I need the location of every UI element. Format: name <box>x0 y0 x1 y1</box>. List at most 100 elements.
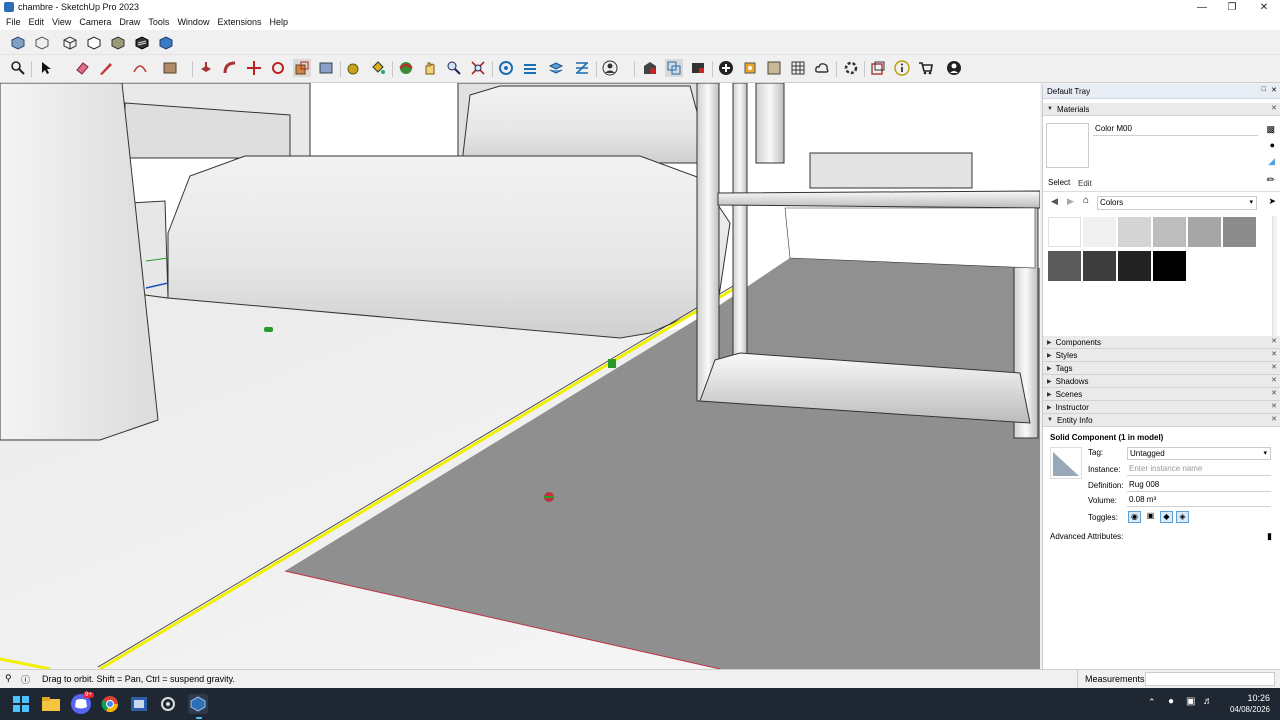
color-swatch[interactable] <box>1048 217 1081 247</box>
home-icon[interactable]: ⌂ <box>1083 195 1089 206</box>
warehouse-icon[interactable] <box>641 59 659 77</box>
color-swatch[interactable] <box>1083 217 1116 247</box>
select-arrow-icon[interactable] <box>37 59 55 77</box>
menu-edit[interactable]: Edit <box>25 17 49 27</box>
paint-bucket-icon[interactable] <box>369 59 387 77</box>
panel-close-icon[interactable]: ✕ <box>1271 402 1277 410</box>
definition-input[interactable]: Rug 008 <box>1127 479 1271 492</box>
color-swatch[interactable] <box>1188 217 1221 247</box>
section-fill-icon[interactable] <box>521 59 539 77</box>
color-swatch[interactable] <box>1153 217 1186 247</box>
geolocation-status-icon[interactable]: ⚲ <box>5 673 12 684</box>
panel-instructor[interactable]: ▶ Instructor ✕ <box>1043 401 1280 414</box>
volume-icon[interactable]: ♬ <box>1203 696 1213 707</box>
section-cuts-icon[interactable] <box>573 59 591 77</box>
shaded-textures-icon[interactable] <box>133 34 151 52</box>
materials-panel-header[interactable]: ▼ Materials ✕ <box>1043 103 1280 116</box>
file-explorer-icon[interactable] <box>41 694 61 714</box>
menu-window[interactable]: Window <box>173 17 213 27</box>
zoom-extents-icon[interactable] <box>469 59 487 77</box>
color-swatch[interactable] <box>1223 217 1256 247</box>
extension-warehouse-icon[interactable] <box>689 59 707 77</box>
zoom-tool-icon[interactable] <box>445 59 463 77</box>
rectangle-icon[interactable] <box>161 59 179 77</box>
pencil-line-icon[interactable] <box>97 59 115 77</box>
panel-close-icon[interactable]: ✕ <box>1271 104 1277 112</box>
orbit-icon[interactable] <box>397 59 415 77</box>
zoom-icon[interactable] <box>9 59 27 77</box>
photo-texture-icon[interactable] <box>765 59 783 77</box>
tray-pin-icon[interactable]: □ <box>1262 86 1266 93</box>
panel-styles[interactable]: ▶ Styles ✕ <box>1043 349 1280 362</box>
close-icon[interactable]: ✕ <box>1248 0 1280 14</box>
layers-icon[interactable] <box>547 59 565 77</box>
receive-shadows-icon[interactable]: ◆ <box>1160 511 1173 523</box>
tag-select[interactable]: Untagged ▾ <box>1127 447 1271 460</box>
profile-icon[interactable] <box>945 59 963 77</box>
panel-tags[interactable]: ▶ Tags ✕ <box>1043 362 1280 375</box>
details-arrow-icon[interactable]: ➤ <box>1268 196 1276 207</box>
tray-close-icon[interactable]: ✕ <box>1271 86 1277 94</box>
back-arrow-icon[interactable]: ◀ <box>1051 196 1058 207</box>
model-viewport[interactable] <box>0 83 1040 669</box>
section-plane-icon[interactable] <box>497 59 515 77</box>
monochrome-icon[interactable] <box>157 34 175 52</box>
info-status-icon[interactable]: ⓘ <box>21 673 30 686</box>
attributes-icon[interactable]: ▮ <box>1267 531 1272 542</box>
rotate-icon[interactable] <box>269 59 287 77</box>
color-swatch[interactable] <box>1153 251 1186 281</box>
color-swatch[interactable] <box>1118 251 1151 281</box>
cast-shadows-icon[interactable]: ◈ <box>1176 511 1189 523</box>
panel-scenes[interactable]: ▶ Scenes ✕ <box>1043 388 1280 401</box>
menu-draw[interactable]: Draw <box>115 17 144 27</box>
eyedropper-icon[interactable]: ✏ <box>1267 175 1275 186</box>
move-icon[interactable] <box>245 59 263 77</box>
panel-components[interactable]: ▶ Components ✕ <box>1043 336 1280 349</box>
cloud-icon[interactable] <box>813 59 831 77</box>
app-icon[interactable] <box>129 694 149 714</box>
panel-close-icon[interactable]: ✕ <box>1271 363 1277 371</box>
panel-close-icon[interactable]: ✕ <box>1271 350 1277 358</box>
default-material-icon[interactable]: ● <box>1270 140 1275 150</box>
panel-close-icon[interactable]: ✕ <box>1271 337 1277 345</box>
pan-icon[interactable] <box>421 59 439 77</box>
panel-close-icon[interactable]: ✕ <box>1271 376 1277 384</box>
windows-start-icon[interactable] <box>11 694 31 714</box>
offset-icon[interactable] <box>317 59 335 77</box>
swatch-scrollbar[interactable] <box>1272 216 1277 344</box>
arc-icon[interactable] <box>131 59 149 77</box>
tab-select[interactable]: Select <box>1048 178 1070 187</box>
create-material-icon[interactable]: ▩ <box>1266 124 1275 135</box>
scale-icon[interactable] <box>293 59 311 77</box>
sandbox-icon[interactable] <box>789 59 807 77</box>
chrome-icon[interactable] <box>100 694 120 714</box>
menu-tools[interactable]: Tools <box>144 17 173 27</box>
scene-render[interactable] <box>0 83 1040 669</box>
library-select[interactable]: Colors ▾ <box>1097 196 1257 210</box>
menu-camera[interactable]: Camera <box>75 17 115 27</box>
add-location-icon[interactable] <box>717 59 735 77</box>
color-swatch[interactable] <box>1118 217 1151 247</box>
hidden-line-icon[interactable] <box>85 34 103 52</box>
material-name-field[interactable]: Color M00 <box>1093 123 1258 136</box>
wireframe-icon[interactable] <box>61 34 79 52</box>
geo-location-icon[interactable] <box>741 59 759 77</box>
eraser-icon[interactable] <box>73 59 91 77</box>
dynamic-components-icon[interactable] <box>869 59 887 77</box>
push-pull-icon[interactable] <box>197 59 215 77</box>
menu-help[interactable]: Help <box>265 17 292 27</box>
color-swatch[interactable] <box>1083 251 1116 281</box>
lock-toggle-icon[interactable]: ▣ <box>1144 511 1157 523</box>
shaded-icon[interactable] <box>109 34 127 52</box>
sample-paint-icon[interactable]: ◢ <box>1268 156 1275 167</box>
clock-time[interactable]: 10:26 <box>1226 693 1270 703</box>
network-icon[interactable]: ▣ <box>1186 696 1195 707</box>
tape-measure-icon[interactable] <box>345 59 363 77</box>
menu-file[interactable]: File <box>2 17 25 27</box>
components-icon[interactable] <box>665 59 683 77</box>
panel-shadows[interactable]: ▶ Shadows ✕ <box>1043 375 1280 388</box>
minimize-icon[interactable]: — <box>1186 0 1218 14</box>
measurements-input[interactable] <box>1145 672 1275 686</box>
xray-icon[interactable] <box>9 34 27 52</box>
clock-date[interactable]: 04/08/2026 <box>1222 705 1270 714</box>
